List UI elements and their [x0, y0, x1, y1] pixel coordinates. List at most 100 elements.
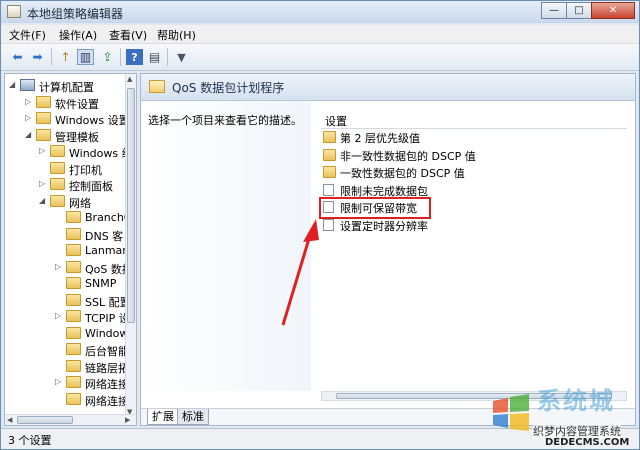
tab-extended[interactable]: 扩展	[147, 409, 179, 425]
show-hide-tree-icon[interactable]: ▥	[77, 49, 94, 65]
expand-toggle-icon[interactable]: ▷	[39, 179, 47, 188]
policy-setting-icon	[323, 218, 334, 231]
folder-icon	[323, 148, 336, 161]
tree-item[interactable]: ▷ Windows 设置	[5, 110, 130, 127]
description-text: 选择一个项目来查看它的描述。	[148, 114, 302, 127]
toolbar-separator	[51, 48, 52, 66]
tree-item[interactable]: 打印机	[5, 160, 130, 177]
tree-item[interactable]: Lanman	[5, 242, 130, 259]
folder-icon	[36, 112, 51, 124]
expand-toggle-icon[interactable]: ▷	[55, 262, 63, 271]
scroll-left-icon[interactable]: ◀	[7, 416, 12, 424]
up-folder-icon[interactable]: ↑	[57, 49, 74, 65]
close-button[interactable]: ✕	[591, 2, 635, 19]
tree-item[interactable]: DNS 客	[5, 226, 130, 243]
tree-item-label: SNMP	[85, 277, 117, 290]
menu-action[interactable]: 操作(A)	[59, 27, 97, 43]
expand-toggle-icon[interactable]: ◢	[9, 80, 17, 89]
forward-arrow-icon[interactable]: ➡	[29, 49, 46, 65]
tree-item[interactable]: ▷ 软件设置	[5, 94, 130, 111]
tree-item[interactable]: BranchC	[5, 209, 131, 226]
tree-horizontal-scrollbar[interactable]: ◀ ▶	[5, 414, 136, 425]
content-title: QoS 数据包计划程序	[172, 81, 285, 95]
setting-label: 一致性数据包的 DSCP 值	[340, 167, 465, 180]
folder-icon	[50, 194, 65, 207]
menu-view[interactable]: 查看(V)	[109, 27, 147, 43]
properties-icon[interactable]: ▤	[146, 49, 163, 65]
tree-item[interactable]: 网络连接	[5, 391, 130, 408]
folder-icon	[323, 166, 336, 178]
folder-icon	[66, 343, 81, 355]
toolbar-separator	[120, 48, 121, 66]
computer-icon	[20, 79, 35, 91]
scroll-up-icon[interactable]: ▲	[127, 75, 132, 83]
tree-item[interactable]: ▷ 网络连接	[5, 374, 130, 391]
tree-item[interactable]: 后台智能	[5, 341, 130, 358]
export-list-icon[interactable]: ⇪	[99, 49, 116, 65]
tree-scroll-thumb[interactable]	[127, 88, 135, 323]
folder-icon	[66, 392, 81, 405]
setting-row[interactable]: 一致性数据包的 DSCP 值	[323, 164, 623, 181]
folder-icon	[66, 244, 81, 256]
expand-toggle-icon[interactable]: ◢	[39, 196, 47, 205]
tree-vertical-scrollbar[interactable]: ▲ ▼	[125, 74, 136, 417]
tree-item[interactable]: ▷ 控制面板	[5, 176, 130, 193]
tree-item[interactable]: ◢ 网络	[5, 193, 130, 210]
filter-icon[interactable]: ▼	[173, 49, 190, 65]
maximize-button[interactable]: □	[566, 2, 592, 19]
tree-item-label: Lanman	[85, 244, 130, 257]
watermark: 系统城 织梦内容管理系统 DEDECMS.COM	[485, 381, 639, 449]
expand-toggle-icon[interactable]: ▷	[55, 311, 63, 320]
folder-icon	[66, 359, 81, 372]
content-pane: QoS 数据包计划程序 选择一个项目来查看它的描述。 设置 第 2 层优先级值非…	[140, 73, 636, 426]
folder-icon	[66, 277, 81, 289]
watermark-title: 系统城	[537, 387, 615, 415]
menu-bar: 文件(F) 操作(A) 查看(V) 帮助(H)	[1, 25, 639, 44]
tree-item-label: 网络连接	[85, 394, 129, 408]
group-policy-editor-window: 本地组策略编辑器 — □ ✕ 文件(F) 操作(A) 查看(V) 帮助(H) ⬅…	[0, 0, 640, 450]
content-header: QoS 数据包计划程序	[141, 74, 635, 101]
setting-row[interactable]: 限制未完成数据包	[323, 182, 623, 199]
title-bar[interactable]: 本地组策略编辑器 — □ ✕	[1, 1, 639, 23]
setting-row[interactable]: 第 2 层优先级值	[323, 129, 623, 146]
folder-icon	[66, 326, 81, 339]
tree-item[interactable]: ◢ 管理模板	[5, 127, 130, 144]
tree-item[interactable]: Window	[5, 325, 130, 342]
expand-toggle-icon[interactable]: ▷	[55, 377, 63, 386]
folder-icon	[50, 145, 65, 157]
expand-toggle-icon[interactable]: ▷	[39, 146, 47, 155]
setting-row[interactable]: 设置定时器分辨率	[323, 217, 623, 234]
minimize-button[interactable]: —	[541, 2, 567, 19]
setting-label: 第 2 层优先级值	[340, 132, 420, 145]
scroll-right-icon[interactable]: ▶	[125, 416, 130, 424]
description-panel: 选择一个项目来查看它的描述。	[141, 101, 311, 391]
policy-setting-icon	[323, 183, 334, 196]
menu-help[interactable]: 帮助(H)	[157, 27, 196, 43]
setting-label: 设置定时器分辨率	[340, 219, 428, 233]
expand-toggle-icon[interactable]: ▷	[25, 113, 33, 122]
tree-item[interactable]: SNMP	[5, 275, 130, 292]
toolbar-separator	[167, 48, 168, 66]
window-title: 本地组策略编辑器	[27, 7, 124, 21]
tree-item[interactable]: ▷ Windows 组	[5, 143, 133, 160]
tree-item[interactable]: ▷ TCPIP 设	[5, 308, 130, 325]
tree-pane: ◢ 计算机配置 ▷ 软件设置 ▷ Windows 设置 ◢ 管理模板 ▷ Windows 组打印机…	[4, 73, 137, 426]
expand-toggle-icon[interactable]: ◢	[25, 130, 33, 139]
tree-item[interactable]: ◢ 计算机配置	[5, 77, 130, 94]
help-icon[interactable]: ?	[126, 49, 143, 65]
column-header-setting[interactable]: 设置	[321, 112, 627, 129]
folder-icon	[66, 310, 81, 322]
windows-logo-icon	[493, 394, 529, 431]
tree-item[interactable]: 链路层拓	[5, 358, 130, 375]
setting-label: 非一致性数据包的 DSCP 值	[340, 149, 476, 163]
tab-standard[interactable]: 标准	[177, 409, 209, 425]
setting-row[interactable]: 非一致性数据包的 DSCP 值	[323, 147, 623, 164]
highlight-box	[319, 197, 431, 219]
menu-file[interactable]: 文件(F)	[9, 27, 46, 43]
tree-item[interactable]: ▷ QoS 数据	[5, 259, 133, 276]
status-text: 3 个设置	[8, 434, 52, 447]
tree-item[interactable]: SSL 配置	[5, 292, 131, 309]
tree-hscroll-thumb[interactable]	[17, 416, 73, 424]
back-arrow-icon[interactable]: ⬅	[9, 49, 26, 65]
expand-toggle-icon[interactable]: ▷	[25, 97, 33, 106]
